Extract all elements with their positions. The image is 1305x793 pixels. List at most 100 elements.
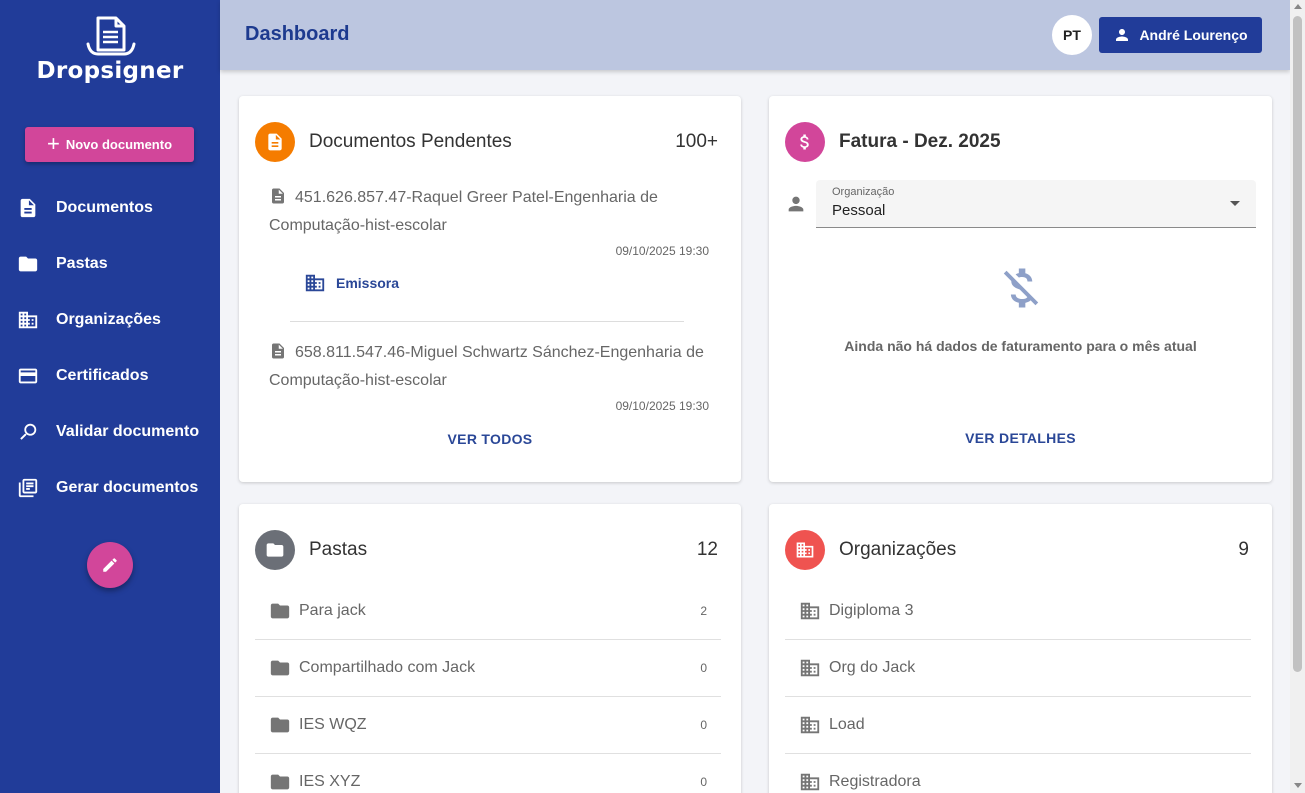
organization-name: Digiploma 3 (829, 602, 914, 619)
list-item[interactable]: IES WQZ 0 (255, 697, 721, 754)
sidebar-item-label: Validar documento (56, 423, 200, 440)
card-title: Pastas (309, 539, 368, 560)
organization-name: Load (829, 716, 865, 733)
folder-name: Para jack (299, 602, 366, 619)
folder-count: 0 (700, 718, 707, 732)
folder-icon (266, 543, 284, 557)
card-title: Organizações (839, 539, 957, 560)
organization-select-label: Organização (832, 186, 895, 198)
person-icon (788, 196, 804, 212)
new-document-button[interactable]: + Novo documento (25, 127, 194, 162)
building-icon (796, 542, 814, 558)
list-item[interactable]: Digiploma 3 (785, 583, 1251, 640)
folder-name: IES XYZ (299, 773, 361, 790)
card-title: Fatura - Dez. 2025 (839, 131, 1001, 152)
card-avatar (785, 530, 825, 570)
sidebar-item-gerar-documentos[interactable]: Gerar documentos (0, 460, 220, 516)
money-off-icon (1003, 268, 1038, 308)
sidebar-item-organizacoes[interactable]: Organizações (0, 292, 220, 348)
dollar-icon (800, 134, 809, 150)
building-icon (18, 311, 38, 329)
card-title: Documentos Pendentes (309, 131, 512, 152)
document-icon (272, 188, 284, 204)
top-app-bar: Dashboard PT André Lourenço (220, 0, 1290, 70)
no-billing-text: Ainda não há dados de faturamento para o… (844, 338, 1197, 354)
folder-icon (270, 603, 290, 619)
scroll-up-arrow-icon[interactable] (1294, 4, 1302, 9)
sidebar-item-label: Certificados (56, 367, 149, 384)
edit-fab-button[interactable] (87, 542, 133, 588)
document-title[interactable]: 658.811.547.46-Miguel Schwartz Sánchez-E… (269, 339, 709, 395)
page-title: Dashboard (245, 23, 350, 45)
document-org[interactable]: Emissora (304, 272, 709, 294)
logo-document-icon (86, 16, 136, 56)
pending-documents-list[interactable]: 451.626.857.47-Raquel Greer Patel-Engenh… (269, 184, 709, 410)
sidebar-item-label: Pastas (56, 255, 108, 272)
scroll-down-arrow-icon[interactable] (1294, 783, 1302, 788)
language-button[interactable]: PT (1052, 15, 1092, 55)
card-count: 9 (1238, 539, 1249, 560)
folder-count: 0 (700, 661, 707, 675)
document-title-text: 658.811.547.46-Miguel Schwartz Sánchez-E… (269, 344, 704, 389)
folder-icon (18, 256, 38, 272)
logo[interactable]: Dropsigner (0, 14, 220, 84)
plus-icon: + (46, 130, 60, 156)
sidebar-item-validar-documento[interactable]: Validar documento (0, 404, 220, 460)
page-scrollbar[interactable] (1290, 0, 1305, 793)
list-item[interactable]: Load (785, 697, 1251, 754)
person-icon (1116, 29, 1129, 41)
sidebar-item-certificados[interactable]: Certificados (0, 348, 220, 404)
organization-name: Registradora (829, 773, 921, 790)
card-header: Documentos Pendentes 100+ (255, 122, 718, 162)
list-item[interactable]: Para jack 2 (255, 583, 721, 640)
list-item[interactable]: Compartilhado com Jack 0 (255, 640, 721, 697)
sidebar-item-pastas[interactable]: Pastas (0, 236, 220, 292)
list-item[interactable]: Registradora (785, 754, 1251, 793)
building-icon (800, 659, 820, 677)
sidebar-item-label: Documentos (56, 199, 153, 216)
organizations-list: Digiploma 3 Org do Jack Load Registrador… (785, 583, 1251, 793)
dropdown-arrow-icon (1230, 201, 1240, 206)
folder-name: Compartilhado com Jack (299, 659, 476, 676)
document-date: 09/10/2025 19:30 (615, 399, 709, 410)
organization-select-row: Organização Pessoal (785, 180, 1256, 228)
list-item[interactable]: IES XYZ 0 (255, 754, 721, 793)
view-all-button[interactable]: VER TODOS (239, 431, 741, 447)
sidebar-nav: Documentos Pastas Organizações Certifica… (0, 180, 220, 516)
logo-text: Dropsigner (36, 58, 184, 84)
view-details-button[interactable]: VER DETALHES (769, 430, 1272, 446)
list-item[interactable]: Org do Jack (785, 640, 1251, 697)
new-document-label: Novo documento (65, 137, 173, 152)
list-item[interactable]: 451.626.857.47-Raquel Greer Patel-Engenh… (269, 184, 709, 322)
folder-name: IES WQZ (299, 716, 367, 733)
document-icon (20, 198, 36, 218)
document-date: 09/10/2025 19:30 (615, 244, 709, 258)
organizations-card: Organizações 9 Digiploma 3 Org do Jack L… (769, 504, 1272, 793)
library-icon (18, 478, 38, 498)
folder-icon (270, 717, 290, 733)
building-icon (800, 602, 820, 620)
credit-card-icon (18, 368, 38, 384)
scrollbar-thumb[interactable] (1293, 16, 1302, 672)
document-title[interactable]: 451.626.857.47-Raquel Greer Patel-Engenh… (269, 184, 709, 240)
sidebar-item-label: Organizações (56, 311, 161, 328)
user-menu-button[interactable]: André Lourenço (1099, 17, 1262, 53)
search-icon (20, 423, 37, 440)
sidebar-item-label: Gerar documentos (56, 479, 199, 496)
organization-select-value: Pessoal (832, 202, 886, 219)
card-avatar (255, 122, 295, 162)
card-header: Organizações 9 (785, 530, 1249, 570)
card-avatar (255, 530, 295, 570)
organization-select[interactable]: Organização Pessoal (816, 180, 1256, 228)
card-header: Pastas 12 (255, 530, 718, 570)
list-item[interactable]: 658.811.547.46-Miguel Schwartz Sánchez-E… (269, 339, 709, 410)
card-count: 12 (696, 539, 718, 560)
document-icon (268, 133, 282, 151)
folder-icon (270, 774, 290, 790)
folders-card: Pastas 12 Para jack 2 Compartilhado com … (239, 504, 741, 793)
sidebar-item-documentos[interactable]: Documentos (0, 180, 220, 236)
sidebar: Dropsigner + Novo documento Documentos P… (0, 0, 220, 793)
card-header: Fatura - Dez. 2025 (785, 122, 1249, 162)
divider (290, 321, 684, 322)
folders-list: Para jack 2 Compartilhado com Jack 0 IES… (255, 583, 721, 793)
